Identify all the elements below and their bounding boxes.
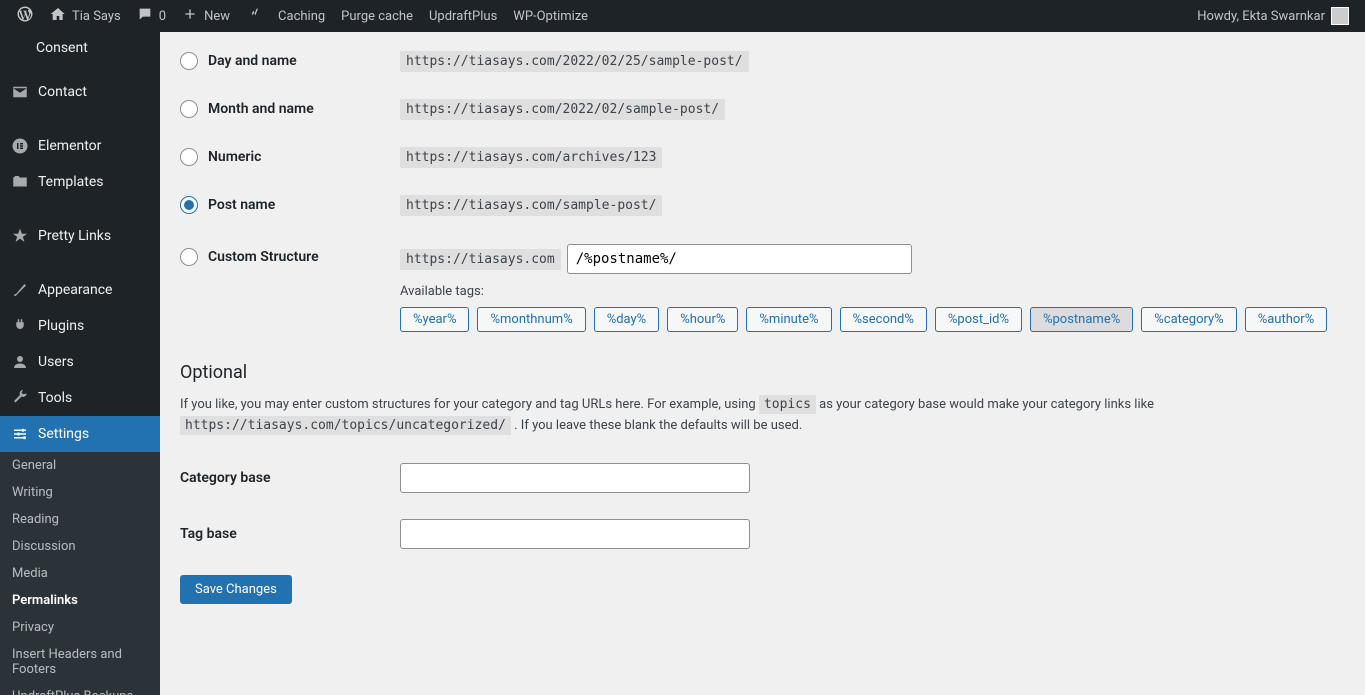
custom-base-url: https://tiasays.com (400, 249, 561, 270)
radio-numeric[interactable] (180, 148, 198, 166)
submenu-insert-headers[interactable]: Insert Headers and Footers (0, 641, 160, 683)
wp-optimize-link[interactable]: WP-Optimize (505, 0, 596, 32)
caching-link[interactable]: Caching (270, 0, 333, 32)
purge-cache-link[interactable]: Purge cache (333, 0, 421, 32)
site-name-link[interactable]: Tia Says (42, 0, 129, 32)
sidebar-item-plugins[interactable]: Plugins (0, 308, 160, 344)
submenu-discussion[interactable]: Discussion (0, 533, 160, 560)
tag-base-input[interactable] (400, 519, 750, 549)
example-numeric: https://tiasays.com/archives/123 (400, 147, 662, 168)
sidebar-item-templates[interactable]: Templates (0, 164, 160, 200)
sidebar-item-tools[interactable]: Tools (0, 380, 160, 416)
updraftplus-link[interactable]: UpdraftPlus (421, 0, 505, 32)
category-base-row: Category base (180, 463, 1345, 493)
category-base-input[interactable] (400, 463, 750, 493)
tag-base-row: Tag base (180, 519, 1345, 549)
wordpress-icon (16, 5, 34, 27)
tag-second[interactable]: %second% (840, 307, 927, 332)
submenu-media[interactable]: Media (0, 560, 160, 587)
sidebar-item-appearance[interactable]: Appearance (0, 272, 160, 308)
permalink-option-custom: Custom Structure https://tiasays.com Ava… (180, 244, 1345, 332)
brush-icon (10, 280, 30, 300)
radio-month-name[interactable] (180, 100, 198, 118)
elementor-icon (10, 136, 30, 156)
submenu-permalinks[interactable]: Permalinks (0, 587, 160, 614)
site-name-text: Tia Says (72, 9, 121, 24)
radio-day-name[interactable] (180, 52, 198, 70)
custom-structure-input[interactable] (567, 244, 912, 274)
optional-help-text: If you like, you may enter custom struct… (180, 395, 1280, 437)
sidebar-item-pretty-links[interactable]: Pretty Links (0, 218, 160, 254)
tag-postname[interactable]: %postname% (1030, 307, 1133, 332)
radio-custom[interactable] (180, 248, 198, 266)
tag-minute[interactable]: %minute% (746, 307, 831, 332)
user-icon (10, 352, 30, 372)
admin-sidebar: Consent Contact Elementor Templates Pret… (0, 32, 160, 695)
available-tags-label: Available tags: (400, 284, 1327, 299)
example-day-name: https://tiasays.com/2022/02/25/sample-po… (400, 51, 749, 72)
label-post-name: Post name (208, 197, 275, 213)
wrench-icon (10, 388, 30, 408)
star-icon (10, 226, 30, 246)
yoast-icon (246, 6, 262, 26)
permalink-option-post-name: Post name https://tiasays.com/sample-pos… (180, 196, 1345, 214)
tag-day[interactable]: %day% (594, 307, 660, 332)
new-content-link[interactable]: New (174, 0, 238, 32)
tags-row: %year% %monthnum% %day% %hour% %minute% … (400, 307, 1327, 332)
my-account-link[interactable]: Howdy, Ekta Swarnkar (1189, 0, 1357, 32)
sliders-icon (10, 424, 30, 444)
submenu-writing[interactable]: Writing (0, 479, 160, 506)
sidebar-item-users[interactable]: Users (0, 344, 160, 380)
settings-submenu: General Writing Reading Discussion Media… (0, 452, 160, 695)
home-icon (50, 6, 66, 26)
sidebar-item-elementor[interactable]: Elementor (0, 128, 160, 164)
label-custom: Custom Structure (208, 249, 319, 265)
mail-icon (10, 82, 30, 102)
submenu-reading[interactable]: Reading (0, 506, 160, 533)
tag-author[interactable]: %author% (1245, 307, 1328, 332)
submenu-updraft[interactable]: UpdraftPlus Backups (0, 683, 160, 695)
wp-logo[interactable] (8, 0, 42, 32)
category-base-label: Category base (180, 470, 400, 486)
sidebar-item-settings[interactable]: Settings (0, 416, 160, 452)
plug-icon (10, 316, 30, 336)
sidebar-item-consent[interactable]: Consent (0, 32, 160, 64)
label-month-name: Month and name (208, 101, 314, 117)
comments-count: 0 (159, 9, 166, 24)
avatar (1331, 7, 1349, 25)
permalink-option-month-name: Month and name https://tiasays.com/2022/… (180, 100, 1345, 118)
tag-year[interactable]: %year% (400, 307, 469, 332)
submenu-general[interactable]: General (0, 452, 160, 479)
main-content: Day and name https://tiasays.com/2022/02… (160, 32, 1365, 644)
save-changes-button[interactable]: Save Changes (180, 575, 292, 604)
optional-heading: Optional (180, 362, 1345, 383)
example-month-name: https://tiasays.com/2022/02/sample-post/ (400, 99, 725, 120)
yoast-link[interactable] (238, 0, 270, 32)
comments-link[interactable]: 0 (129, 0, 174, 32)
example-topics-code: topics (759, 395, 816, 414)
tag-hour[interactable]: %hour% (667, 307, 738, 332)
permalink-option-numeric: Numeric https://tiasays.com/archives/123 (180, 148, 1345, 166)
permalink-option-day-name: Day and name https://tiasays.com/2022/02… (180, 52, 1345, 70)
tag-post-id[interactable]: %post_id% (935, 307, 1022, 332)
new-label: New (204, 9, 230, 24)
example-url-code: https://tiasays.com/topics/uncategorized… (180, 416, 511, 435)
tag-monthnum[interactable]: %monthnum% (477, 307, 585, 332)
tag-base-label: Tag base (180, 526, 400, 542)
comment-icon (137, 6, 153, 26)
label-day-name: Day and name (208, 53, 297, 69)
folder-icon (10, 172, 30, 192)
sidebar-item-contact[interactable]: Contact (0, 74, 160, 110)
admin-toolbar: Tia Says 0 New Caching Purge cache Updra… (0, 0, 1365, 32)
example-post-name: https://tiasays.com/sample-post/ (400, 195, 662, 216)
submenu-privacy[interactable]: Privacy (0, 614, 160, 641)
plus-icon (182, 6, 198, 26)
tag-category[interactable]: %category% (1141, 307, 1236, 332)
howdy-text: Howdy, Ekta Swarnkar (1197, 9, 1325, 24)
radio-post-name[interactable] (180, 196, 198, 214)
label-numeric: Numeric (208, 149, 261, 165)
